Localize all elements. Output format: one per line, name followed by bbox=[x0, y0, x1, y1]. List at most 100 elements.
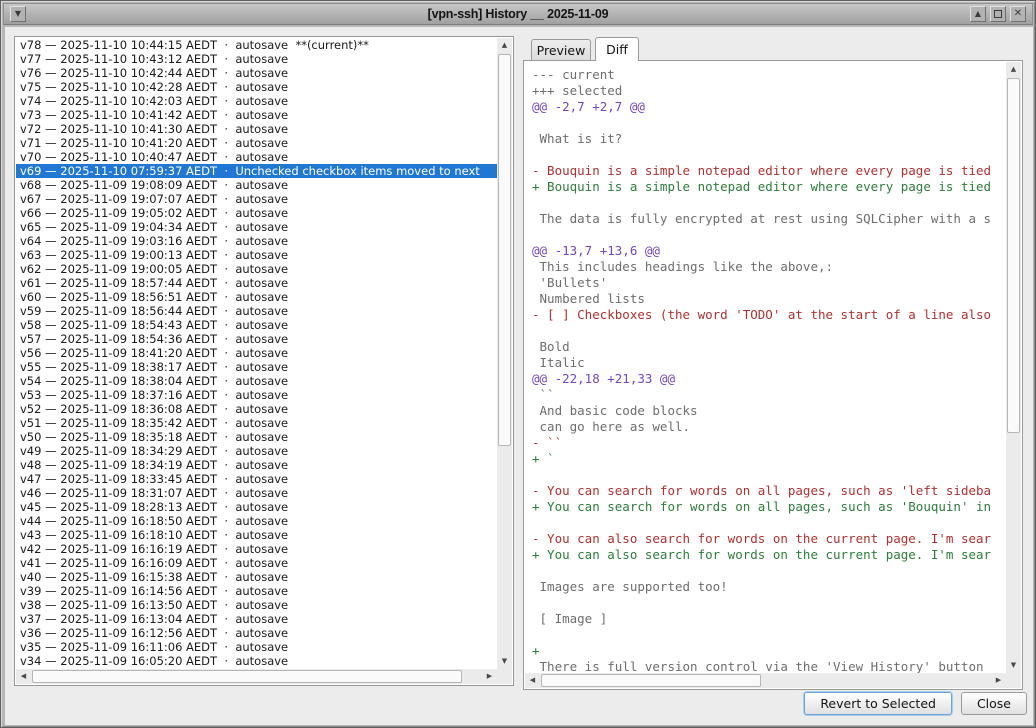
history-list[interactable]: v78 — 2025-11-10 10:44:15 AEDT · autosav… bbox=[14, 36, 514, 686]
list-item[interactable]: v53 — 2025-11-09 18:37:16 AEDT · autosav… bbox=[16, 388, 499, 402]
list-item[interactable]: v38 — 2025-11-09 16:13:50 AEDT · autosav… bbox=[16, 598, 499, 612]
diff-line: Italic bbox=[532, 355, 1008, 371]
list-item[interactable]: v60 — 2025-11-09 18:56:51 AEDT · autosav… bbox=[16, 290, 499, 304]
diff-line: Images are supported too! bbox=[532, 579, 1008, 595]
list-item[interactable]: v43 — 2025-11-09 16:18:10 AEDT · autosav… bbox=[16, 528, 499, 542]
scrollbar-corner bbox=[1006, 673, 1021, 688]
list-item[interactable]: v49 — 2025-11-09 18:34:29 AEDT · autosav… bbox=[16, 444, 499, 458]
diff-line: - You can search for words on all pages,… bbox=[532, 483, 1008, 499]
revert-to-selected-button[interactable]: Revert to Selected bbox=[804, 692, 952, 715]
list-item[interactable]: v63 — 2025-11-09 19:00:13 AEDT · autosav… bbox=[16, 248, 499, 262]
list-item[interactable]: v59 — 2025-11-09 18:56:44 AEDT · autosav… bbox=[16, 304, 499, 318]
window-menu-icon: ▼ bbox=[15, 10, 21, 18]
list-item[interactable]: v35 — 2025-11-09 16:11:06 AEDT · autosav… bbox=[16, 640, 499, 654]
footer-actions: Revert to Selected Close bbox=[804, 692, 1027, 715]
list-item[interactable]: v69 — 2025-11-10 07:59:37 AEDT · Uncheck… bbox=[16, 164, 499, 178]
list-item[interactable]: v55 — 2025-11-09 18:38:17 AEDT · autosav… bbox=[16, 360, 499, 374]
list-item[interactable]: v61 — 2025-11-09 18:57:44 AEDT · autosav… bbox=[16, 276, 499, 290]
diff-line: @@ -22,18 +21,33 @@ bbox=[532, 371, 1008, 387]
scroll-down-icon[interactable]: ▼ bbox=[497, 654, 512, 669]
diff-line: And basic code blocks bbox=[532, 403, 1008, 419]
list-item[interactable]: v72 — 2025-11-10 10:41:30 AEDT · autosav… bbox=[16, 122, 499, 136]
list-item[interactable]: v77 — 2025-11-10 10:43:12 AEDT · autosav… bbox=[16, 52, 499, 66]
history-vscrollbar[interactable]: ▲ ▼ bbox=[497, 38, 512, 669]
scroll-left-icon[interactable]: ◀ bbox=[16, 669, 31, 684]
list-item[interactable]: v75 — 2025-11-10 10:42:28 AEDT · autosav… bbox=[16, 80, 499, 94]
list-item[interactable]: v39 — 2025-11-09 16:14:56 AEDT · autosav… bbox=[16, 584, 499, 598]
maximize-icon bbox=[994, 10, 1002, 18]
scroll-up-icon[interactable]: ▲ bbox=[1006, 62, 1021, 77]
diff-line: can go here as well. bbox=[532, 419, 1008, 435]
tab-diff[interactable]: Diff bbox=[595, 37, 639, 61]
scroll-up-icon[interactable]: ▲ bbox=[497, 38, 512, 53]
list-item[interactable]: v54 — 2025-11-09 18:38:04 AEDT · autosav… bbox=[16, 374, 499, 388]
scroll-down-icon[interactable]: ▼ bbox=[1006, 658, 1021, 673]
diff-line bbox=[532, 147, 1008, 163]
history-hscrollbar[interactable]: ◀ ▶ bbox=[16, 669, 497, 684]
diff-line: The data is fully encrypted at rest usin… bbox=[532, 211, 1008, 227]
scroll-right-icon[interactable]: ▶ bbox=[991, 673, 1006, 688]
diff-hscroll-thumb[interactable] bbox=[541, 674, 761, 687]
list-item[interactable]: v58 — 2025-11-09 18:54:43 AEDT · autosav… bbox=[16, 318, 499, 332]
diff-view[interactable]: --- current+++ selected@@ -2,7 +2,7 @@ W… bbox=[525, 62, 1008, 675]
diff-line: - Bouquin is a simple notepad editor whe… bbox=[532, 163, 1008, 179]
list-item[interactable]: v47 — 2025-11-09 18:33:45 AEDT · autosav… bbox=[16, 472, 499, 486]
window-menu-button[interactable]: ▼ bbox=[10, 6, 26, 22]
list-item[interactable]: v37 — 2025-11-09 16:13:04 AEDT · autosav… bbox=[16, 612, 499, 626]
diff-line: +++ selected bbox=[532, 83, 1008, 99]
diff-vscrollbar[interactable]: ▲ ▼ bbox=[1006, 62, 1021, 673]
shade-button[interactable]: ▲ bbox=[970, 6, 986, 22]
list-item[interactable]: v56 — 2025-11-09 18:41:20 AEDT · autosav… bbox=[16, 346, 499, 360]
history-vscroll-thumb[interactable] bbox=[498, 54, 511, 446]
tab-preview[interactable]: Preview bbox=[531, 39, 591, 61]
list-item[interactable]: v45 — 2025-11-09 18:28:13 AEDT · autosav… bbox=[16, 500, 499, 514]
scrollbar-corner bbox=[497, 669, 512, 684]
diff-line: + You can also search for words on the c… bbox=[532, 547, 1008, 563]
diff-line: + ` bbox=[532, 451, 1008, 467]
list-item[interactable]: v74 — 2025-11-10 10:42:03 AEDT · autosav… bbox=[16, 94, 499, 108]
diff-line: + bbox=[532, 643, 1008, 659]
maximize-button[interactable] bbox=[990, 6, 1006, 22]
diff-hscrollbar[interactable]: ◀ ▶ bbox=[525, 673, 1006, 688]
list-item[interactable]: v62 — 2025-11-09 19:00:05 AEDT · autosav… bbox=[16, 262, 499, 276]
list-item[interactable]: v66 — 2025-11-09 19:05:02 AEDT · autosav… bbox=[16, 206, 499, 220]
diff-vscroll-thumb[interactable] bbox=[1007, 78, 1020, 433]
diff-line: What is it? bbox=[532, 131, 1008, 147]
list-item[interactable]: v64 — 2025-11-09 19:03:16 AEDT · autosav… bbox=[16, 234, 499, 248]
list-item[interactable]: v67 — 2025-11-09 19:07:07 AEDT · autosav… bbox=[16, 192, 499, 206]
titlebar[interactable]: [vpn-ssh] History __ 2025-11-09 ▼ ▲ ✕ bbox=[3, 3, 1033, 25]
diff-line: Numbered lists bbox=[532, 291, 1008, 307]
list-item[interactable]: v48 — 2025-11-09 18:34:19 AEDT · autosav… bbox=[16, 458, 499, 472]
diff-line bbox=[532, 595, 1008, 611]
list-item[interactable]: v44 — 2025-11-09 16:18:50 AEDT · autosav… bbox=[16, 514, 499, 528]
window-frame: [vpn-ssh] History __ 2025-11-09 ▼ ▲ ✕ v7… bbox=[0, 0, 1036, 728]
list-item[interactable]: v70 — 2025-11-10 10:40:47 AEDT · autosav… bbox=[16, 150, 499, 164]
diff-line: This includes headings like the above,: bbox=[532, 259, 1008, 275]
shade-icon: ▲ bbox=[975, 10, 981, 18]
list-item[interactable]: v71 — 2025-11-10 10:41:20 AEDT · autosav… bbox=[16, 136, 499, 150]
list-item[interactable]: v36 — 2025-11-09 16:12:56 AEDT · autosav… bbox=[16, 626, 499, 640]
history-hscroll-thumb[interactable] bbox=[32, 670, 462, 683]
scroll-right-icon[interactable]: ▶ bbox=[482, 669, 497, 684]
list-item[interactable]: v41 — 2025-11-09 16:16:09 AEDT · autosav… bbox=[16, 556, 499, 570]
diff-panel: --- current+++ selected@@ -2,7 +2,7 @@ W… bbox=[523, 60, 1023, 690]
close-window-button[interactable]: ✕ bbox=[1010, 6, 1026, 22]
scroll-left-icon[interactable]: ◀ bbox=[525, 673, 540, 688]
list-item[interactable]: v76 — 2025-11-10 10:42:44 AEDT · autosav… bbox=[16, 66, 499, 80]
list-item[interactable]: v46 — 2025-11-09 18:31:07 AEDT · autosav… bbox=[16, 486, 499, 500]
list-item[interactable]: v57 — 2025-11-09 18:54:36 AEDT · autosav… bbox=[16, 332, 499, 346]
list-item[interactable]: v51 — 2025-11-09 18:35:42 AEDT · autosav… bbox=[16, 416, 499, 430]
list-item[interactable]: v40 — 2025-11-09 16:15:38 AEDT · autosav… bbox=[16, 570, 499, 584]
list-item[interactable]: v73 — 2025-11-10 10:41:42 AEDT · autosav… bbox=[16, 108, 499, 122]
list-item[interactable]: v52 — 2025-11-09 18:36:08 AEDT · autosav… bbox=[16, 402, 499, 416]
close-icon: ✕ bbox=[1014, 9, 1022, 19]
list-item[interactable]: v34 — 2025-11-09 16:05:20 AEDT · autosav… bbox=[16, 654, 499, 668]
diff-line: --- current bbox=[532, 67, 1008, 83]
diff-line: [ Image ] bbox=[532, 611, 1008, 627]
close-button[interactable]: Close bbox=[961, 692, 1027, 715]
list-item[interactable]: v42 — 2025-11-09 16:16:19 AEDT · autosav… bbox=[16, 542, 499, 556]
list-item[interactable]: v50 — 2025-11-09 18:35:18 AEDT · autosav… bbox=[16, 430, 499, 444]
list-item[interactable]: v78 — 2025-11-10 10:44:15 AEDT · autosav… bbox=[16, 38, 499, 52]
list-item[interactable]: v65 — 2025-11-09 19:04:34 AEDT · autosav… bbox=[16, 220, 499, 234]
list-item[interactable]: v68 — 2025-11-09 19:08:09 AEDT · autosav… bbox=[16, 178, 499, 192]
